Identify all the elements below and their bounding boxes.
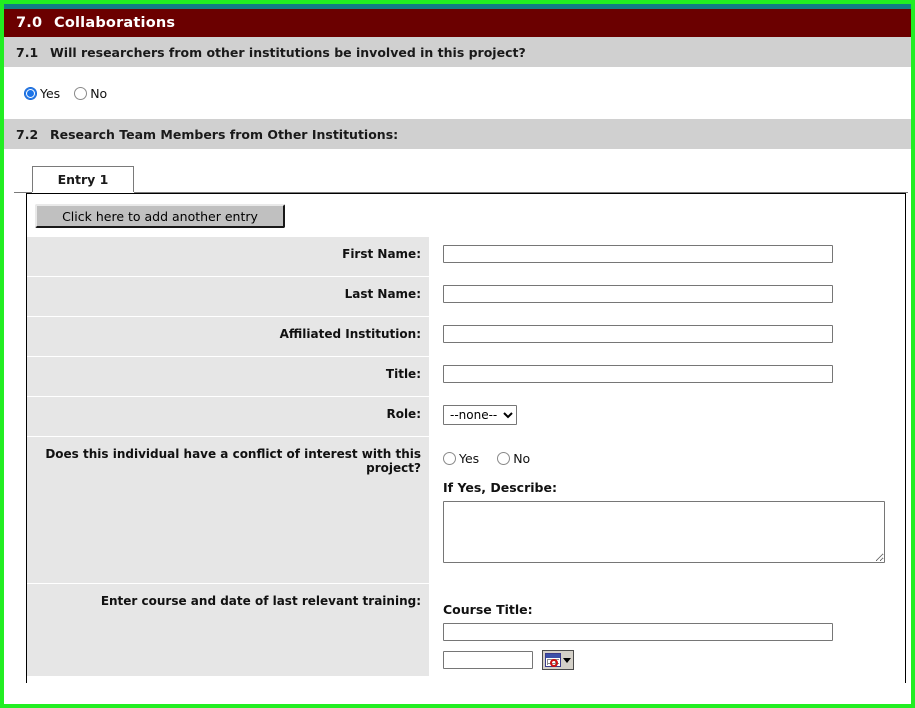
form-row-role: Role: --none-- xyxy=(27,397,905,436)
field-cell-role: --none-- xyxy=(429,397,905,436)
form-row-conflict-of-interest: Does this individual have a conflict of … xyxy=(27,437,905,583)
radio-indicator-conflict-no[interactable] xyxy=(497,452,511,465)
section-header: 7.0 Collaborations xyxy=(4,9,911,37)
radio-indicator-yes[interactable] xyxy=(24,86,37,100)
training-date-line xyxy=(443,650,905,670)
tab-strip-underline xyxy=(14,192,908,193)
first-name-input[interactable] xyxy=(443,245,833,263)
section-title: Collaborations xyxy=(54,15,176,31)
affiliated-institution-input[interactable] xyxy=(443,325,833,343)
last-name-input[interactable] xyxy=(443,285,833,303)
form-row-training: Enter course and date of last relevant t… xyxy=(27,584,905,676)
label-last-name: Last Name: xyxy=(344,287,421,301)
field-cell-title xyxy=(429,357,905,396)
add-entry-row: Click here to add another entry xyxy=(27,194,905,237)
role-select[interactable]: --none-- xyxy=(443,405,517,425)
label-training: Enter course and date of last relevant t… xyxy=(100,594,421,608)
radio-group-7-1: Yes No xyxy=(24,86,121,101)
tab-strip: Entry 1 xyxy=(4,165,911,193)
label-title: Title: xyxy=(385,367,421,381)
calendar-glyph xyxy=(545,653,561,667)
form-row-last-name: Last Name: xyxy=(27,277,905,316)
question-number-7-1: 7.1 xyxy=(16,44,39,60)
question-text-7-2: Research Team Members from Other Institu… xyxy=(50,126,399,142)
form-row-title: Title: xyxy=(27,357,905,396)
tab-entry-1[interactable]: Entry 1 xyxy=(32,166,134,193)
conflict-describe-textarea[interactable] xyxy=(443,501,885,563)
radio-label-conflict-no: No xyxy=(513,451,531,466)
tab-active-cover xyxy=(32,192,134,193)
label-course-title: Course Title: xyxy=(443,602,533,617)
field-cell-last-name xyxy=(429,277,905,316)
radio-option-7-1-yes[interactable]: Yes xyxy=(24,86,60,101)
label-conflict-of-interest: Does this individual have a conflict of … xyxy=(45,447,421,475)
chevron-down-icon xyxy=(563,657,571,663)
radio-option-conflict-no[interactable]: No xyxy=(497,451,530,466)
page-root: 7.0 Collaborations 7.1 Will researchers … xyxy=(0,0,915,708)
calendar-icon[interactable] xyxy=(542,650,574,670)
form-row-first-name: First Name: xyxy=(27,237,905,276)
calendar-selected-day-marker xyxy=(550,659,558,667)
training-date-input[interactable] xyxy=(443,651,533,669)
calendar-header-bar xyxy=(546,654,560,658)
question-bar-7-2: 7.2 Research Team Members from Other Ins… xyxy=(4,119,911,149)
radio-label-yes: Yes xyxy=(40,85,61,101)
course-title-input[interactable] xyxy=(443,623,833,641)
form-row-affiliated-institution: Affiliated Institution: xyxy=(27,317,905,356)
question-number-7-2: 7.2 xyxy=(16,126,39,142)
section-number: 7.0 xyxy=(16,15,43,31)
radio-option-7-1-no[interactable]: No xyxy=(74,86,107,101)
add-another-entry-button[interactable]: Click here to add another entry xyxy=(35,204,285,228)
radio-option-conflict-yes[interactable]: Yes xyxy=(443,451,479,466)
field-cell-conflict-of-interest: Yes No If Yes, Describe: xyxy=(429,437,905,583)
entry-panel: Click here to add another entry First Na… xyxy=(26,193,906,683)
radio-indicator-no[interactable] xyxy=(74,86,88,100)
radio-label-no: No xyxy=(90,85,108,101)
question-text-7-1: Will researchers from other institutions… xyxy=(50,44,526,60)
question-bar-7-1: 7.1 Will researchers from other institut… xyxy=(4,37,911,67)
radio-label-conflict-yes: Yes xyxy=(459,451,480,466)
label-if-yes-describe: If Yes, Describe: xyxy=(443,480,557,495)
label-first-name: First Name: xyxy=(342,247,421,261)
field-cell-first-name xyxy=(429,237,905,276)
title-input[interactable] xyxy=(443,365,833,383)
field-cell-affiliated-institution xyxy=(429,317,905,356)
label-role: Role: xyxy=(386,407,421,421)
radio-group-conflict: Yes No xyxy=(443,451,905,466)
answer-strip-7-1: Yes No xyxy=(4,67,911,119)
label-affiliated-institution: Affiliated Institution: xyxy=(279,327,421,341)
field-cell-training: Course Title: xyxy=(429,584,905,676)
radio-indicator-conflict-yes[interactable] xyxy=(443,452,456,465)
